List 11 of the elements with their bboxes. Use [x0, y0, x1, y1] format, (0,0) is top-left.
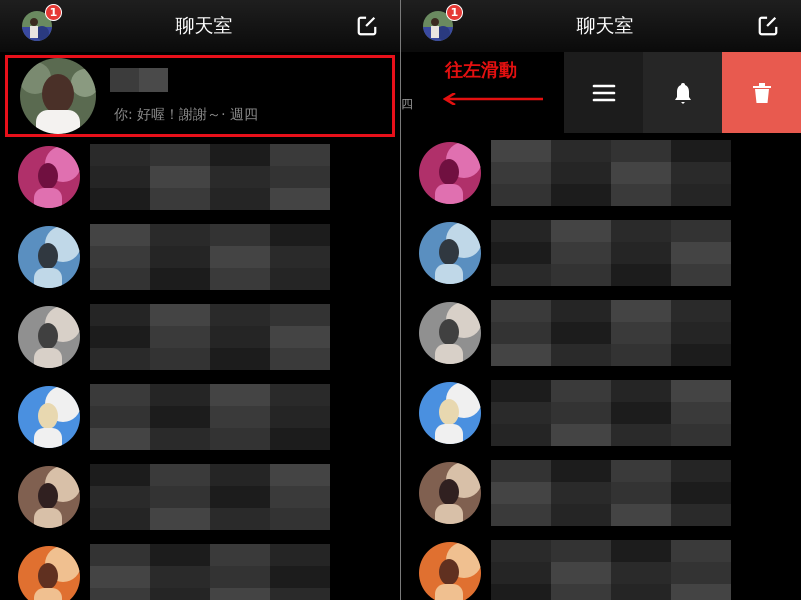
message-preview: 你: 好喔！謝謝～· 週四: [113, 106, 258, 124]
bell-button[interactable]: [643, 52, 722, 133]
window-title: 聊天室: [576, 14, 634, 39]
window-title: 聊天室: [176, 14, 232, 39]
notification-badge: 1: [446, 4, 463, 21]
compose-icon[interactable]: [356, 15, 378, 37]
annotation-text: 往左滑動: [445, 59, 517, 82]
message-preview: 四: [401, 96, 413, 113]
menu-button[interactable]: [564, 52, 643, 133]
notification-badge: 1: [45, 4, 62, 21]
compose-icon[interactable]: [757, 15, 779, 37]
